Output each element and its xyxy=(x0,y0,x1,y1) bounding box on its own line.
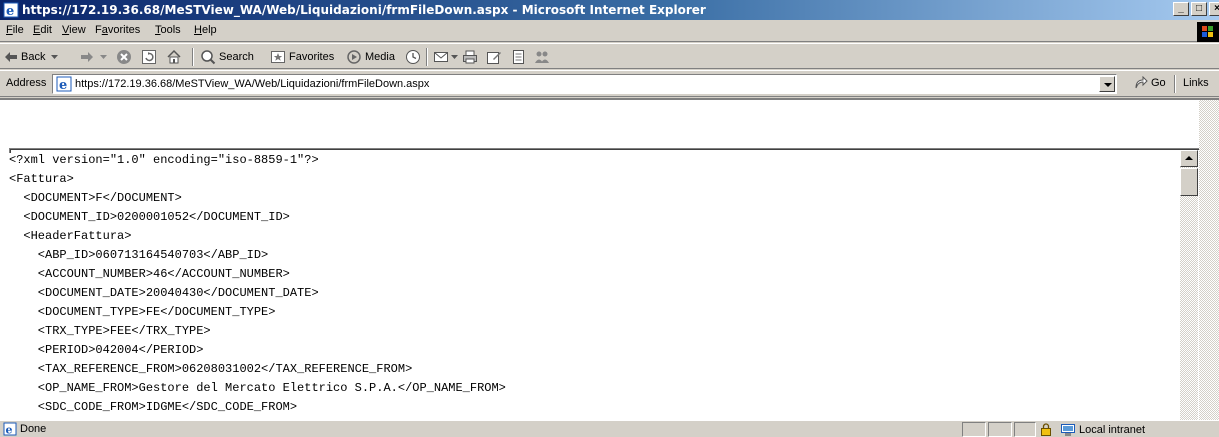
stop-button[interactable] xyxy=(116,48,132,66)
document-icon xyxy=(513,50,524,64)
maximize-button[interactable]: □ xyxy=(1191,2,1207,16)
mail-icon xyxy=(434,52,448,62)
discuss-button[interactable] xyxy=(510,48,526,66)
mail-button[interactable] xyxy=(433,48,458,66)
address-bar: Address e https://172.19.36.68/MeSTView_… xyxy=(0,70,1219,97)
xml-line: <?xml version="1.0" encoding="iso-8859-1… xyxy=(9,153,319,167)
chevron-down-icon xyxy=(451,54,458,59)
home-icon xyxy=(167,49,181,64)
printer-icon xyxy=(463,50,477,64)
search-button[interactable]: Search xyxy=(200,48,254,66)
menu-bar: File Edit View Favorites Tools Help xyxy=(0,20,1219,42)
xml-line: <DOCUMENT_TYPE>FE</DOCUMENT_TYPE> xyxy=(9,305,276,319)
svg-text:e: e xyxy=(6,4,14,18)
close-button[interactable]: × xyxy=(1209,2,1219,16)
ie-page-icon: e xyxy=(3,422,17,436)
xml-line: <OP_NAME_FROM>Gestore del Mercato Elettr… xyxy=(9,381,506,395)
favorites-star-icon xyxy=(271,51,285,63)
menu-tools[interactable]: Tools xyxy=(155,24,181,36)
browser-window: e https://172.19.36.68/MeSTView_WA/Web/L… xyxy=(0,0,1219,437)
history-icon xyxy=(406,50,420,64)
ie-icon: e xyxy=(3,2,19,18)
window-title: https://172.19.36.68/MeSTView_WA/Web/Liq… xyxy=(22,3,706,17)
menu-file[interactable]: File xyxy=(6,24,24,36)
back-button[interactable]: Back xyxy=(4,48,59,66)
status-panel xyxy=(1014,422,1036,437)
xml-line: <TRX_TYPE>FEE</TRX_TYPE> xyxy=(9,324,211,338)
scroll-up-button[interactable] xyxy=(1180,150,1198,167)
xml-line: <ACCOUNT_NUMBER>46</ACCOUNT_NUMBER> xyxy=(9,267,290,281)
lock-icon xyxy=(1041,423,1051,436)
status-panel xyxy=(988,422,1012,437)
windows-flag-icon xyxy=(1202,26,1213,37)
address-url: https://172.19.36.68/MeSTView_WA/Web/Liq… xyxy=(75,78,430,90)
status-bar: e Done Local intranet xyxy=(0,420,1219,437)
title-bar[interactable]: e https://172.19.36.68/MeSTView_WA/Web/L… xyxy=(0,0,1219,20)
xml-line: <DOCUMENT_DATE>20040430</DOCUMENT_DATE> xyxy=(9,286,319,300)
xml-line: <PERIOD>042004</PERIOD> xyxy=(9,343,204,357)
links-button[interactable]: Links xyxy=(1183,77,1209,89)
go-arrow-icon xyxy=(1135,76,1148,89)
search-icon xyxy=(201,50,216,65)
minimize-button[interactable]: _ xyxy=(1173,2,1189,16)
chevron-down-icon xyxy=(100,55,107,59)
refresh-button[interactable] xyxy=(141,48,157,66)
messenger-icon xyxy=(535,51,549,63)
refresh-icon xyxy=(142,50,156,64)
messenger-button[interactable] xyxy=(534,48,550,66)
xml-line: <SDC_CODE_FROM>IDGME</SDC_CODE_FROM> xyxy=(9,400,298,414)
menu-favorites[interactable]: Favorites xyxy=(95,24,140,36)
svg-text:e: e xyxy=(59,78,67,92)
favorites-button[interactable]: Favorites xyxy=(270,48,334,66)
xml-line: <HeaderFattura> xyxy=(9,229,132,243)
print-button[interactable] xyxy=(462,48,478,66)
go-button[interactable]: Go xyxy=(1134,76,1166,90)
back-arrow-icon xyxy=(5,52,17,62)
address-dropdown-button[interactable] xyxy=(1099,76,1115,92)
media-button[interactable]: Media xyxy=(346,48,395,66)
security-zone[interactable]: Local intranet xyxy=(1040,422,1145,437)
menu-edit[interactable]: Edit xyxy=(33,24,52,36)
standard-toolbar: Back Search Favorites Media xyxy=(0,43,1219,69)
window-scrollbar[interactable] xyxy=(1199,100,1219,420)
intranet-icon xyxy=(1061,423,1075,436)
xml-document[interactable]: <?xml version="1.0" encoding="iso-8859-1… xyxy=(9,153,1179,420)
home-button[interactable] xyxy=(166,48,182,66)
chevron-down-icon xyxy=(51,55,59,59)
scroll-thumb[interactable] xyxy=(1180,168,1198,196)
xml-line: <DOCUMENT_ID>0200001052</DOCUMENT_ID> xyxy=(9,210,290,224)
forward-arrow-icon xyxy=(81,52,93,62)
history-button[interactable] xyxy=(405,48,421,66)
menu-view[interactable]: View xyxy=(62,24,86,36)
edit-page-icon xyxy=(487,52,501,64)
forward-button[interactable] xyxy=(80,48,108,66)
zone-label: Local intranet xyxy=(1079,423,1146,436)
stop-icon xyxy=(117,50,131,64)
svg-text:e: e xyxy=(6,424,13,437)
windows-logo xyxy=(1197,22,1219,42)
document-scrollbar[interactable] xyxy=(1180,150,1198,420)
media-icon xyxy=(347,50,361,64)
address-input[interactable]: e https://172.19.36.68/MeSTView_WA/Web/L… xyxy=(52,74,1117,94)
address-label: Address xyxy=(6,77,47,89)
xml-line: <ABP_ID>060713164540703</ABP_ID> xyxy=(9,248,269,262)
status-text: Done xyxy=(20,423,47,435)
xml-line: <DOCUMENT>F</DOCUMENT> xyxy=(9,191,182,205)
edit-button[interactable] xyxy=(486,48,502,66)
menu-help[interactable]: Help xyxy=(194,24,217,36)
status-panel xyxy=(962,422,986,437)
ie-page-icon: e xyxy=(56,76,72,92)
xml-line: <TAX_REFERENCE_FROM>06208031002</TAX_REF… xyxy=(9,362,413,376)
xml-line: <Fattura> xyxy=(9,172,74,186)
